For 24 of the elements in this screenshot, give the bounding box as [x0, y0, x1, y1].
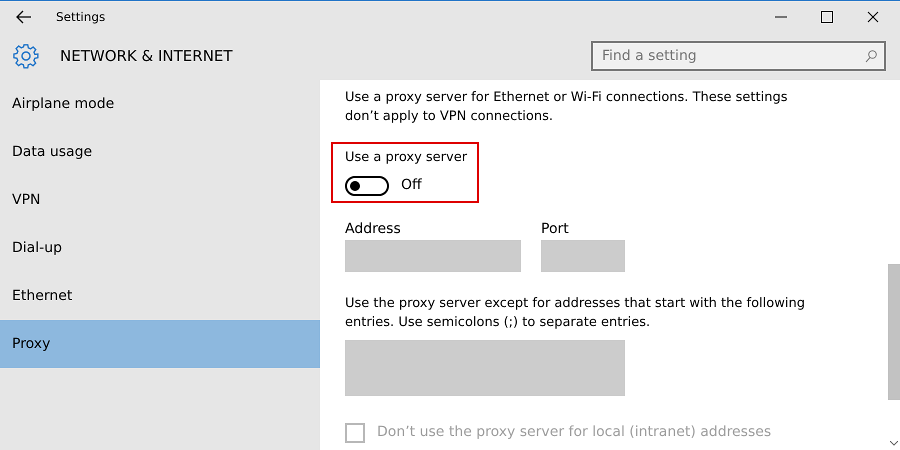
minimize-icon: [775, 16, 787, 18]
sidebar-item[interactable]: Dial-up: [0, 224, 320, 272]
description-text: Use the proxy server except for addresses that start with the following entries. Use semicolons (;) to separate entries.: [345, 295, 806, 332]
window-title: Settings: [56, 8, 106, 26]
field-label: Address: [345, 220, 402, 239]
page-title: NETWORK & INTERNET: [60, 46, 233, 67]
sidebar-item[interactable]: Ethernet: [0, 272, 320, 320]
checkbox-label: Don’t use the proxy server for local (intranet) addresses: [377, 423, 772, 442]
toggle-state-text: Off: [401, 176, 422, 195]
toggle-switch[interactable]: [345, 176, 389, 196]
scroll-down-icon[interactable]: [890, 441, 898, 446]
back-arrow-icon: [16, 10, 32, 24]
close-icon: [867, 10, 879, 22]
sidebar-item[interactable]: Airplane mode: [0, 80, 320, 128]
description-text: Use a proxy server for Ethernet or Wi-Fi connections. These settings don’t apply to VPN connections.: [345, 89, 788, 126]
maximize-icon: [821, 10, 833, 22]
sidebar-item[interactable]: Data usage: [0, 128, 320, 176]
search-field[interactable]: Find a setting: [591, 41, 886, 71]
field-label: Port: [541, 220, 570, 239]
sidebar-item[interactable]: VPN: [0, 176, 320, 224]
search-icon: [865, 50, 877, 63]
settings-icon: [13, 43, 39, 69]
sidebar-item[interactable]: Proxy: [0, 320, 320, 368]
toggle-label: Use a proxy server: [345, 149, 468, 167]
